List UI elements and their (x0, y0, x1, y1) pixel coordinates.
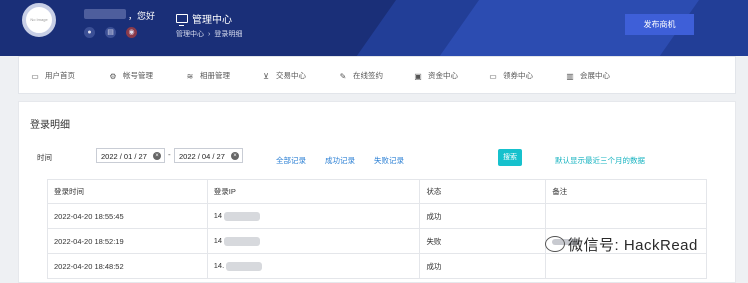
time-label: 时间 (37, 153, 52, 162)
login-status: 失败 (419, 228, 547, 254)
table-header-row: 登录时间 登录IP 状态 备注 (47, 179, 707, 204)
login-time: 2022-04-20 18:55:45 (47, 203, 208, 229)
nav-item-user-home[interactable]: ▭ 用户首页 (31, 70, 75, 81)
nav-item-trade[interactable]: ⊻ 交易中心 (262, 70, 306, 81)
nav-item-coupons[interactable]: ▭ 领券中心 (489, 70, 533, 81)
column-header: 备注 (545, 179, 707, 204)
layers-icon: ≋ (186, 72, 194, 81)
nav-item-exhibition[interactable]: ▥ 会展中心 (566, 70, 610, 81)
table-row: 2022-04-20 18:48:52 14. 成功 (47, 253, 707, 279)
filter-failure-link[interactable]: 失败记录 (374, 155, 404, 166)
column-header: 登录时间 (47, 179, 208, 204)
breadcrumb: 管理中心 › 登录明细 (176, 29, 242, 39)
publish-button[interactable]: 发布商机 (625, 14, 694, 35)
filter-hint: 默认显示最近三个月的数据 (555, 156, 645, 165)
login-details-panel: 登录明细 时间 2022 / 01 / 27 × - 2022 / 04 / 2… (18, 101, 736, 283)
watermark: 微信号: HackRead (545, 234, 698, 255)
clear-icon[interactable]: × (231, 152, 239, 160)
login-log-table: 登录时间 登录IP 状态 备注 2022-04-20 18:55:45 14 成… (47, 179, 707, 279)
start-date-input[interactable]: 2022 / 01 / 27 × (96, 148, 165, 163)
table-row: 2022-04-20 18:55:45 14 成功 (47, 203, 707, 229)
clear-icon[interactable]: × (153, 152, 161, 160)
monitor-icon: ▭ (31, 72, 39, 81)
monitor-icon (176, 14, 188, 27)
search-button[interactable]: 搜索 (498, 149, 522, 166)
breadcrumb-item[interactable]: 管理中心 (176, 31, 204, 38)
page-title: 管理中心 (176, 10, 232, 28)
column-header: 登录IP (206, 179, 421, 204)
message-icon[interactable]: ◉ (126, 27, 137, 38)
greeting: ，您好 (128, 11, 156, 21)
login-time: 2022-04-20 18:52:19 (47, 228, 208, 254)
filter-success-link[interactable]: 成功记录 (325, 155, 355, 166)
cart-icon: ⊻ (263, 72, 269, 81)
avatar-text: No Image (30, 17, 48, 22)
pen-icon: ✎ (339, 72, 347, 81)
login-note (545, 253, 707, 279)
user-icon[interactable]: ● (84, 27, 95, 38)
top-header: No Image ，您好 ● ▤ ◉ 管理中心 管理中心 › 登录明细 发布商机 (0, 0, 748, 56)
nav-item-sign[interactable]: ✎ 在线签约 (339, 70, 383, 81)
main-nav: ▭ 用户首页 ⚙ 帐号管理 ≋ 相册管理 ⊻ 交易中心 ✎ 在线签约 ▣ 资金中心 ▭ 领券中… (18, 56, 736, 94)
avatar[interactable]: No Image (22, 3, 56, 37)
book-icon: ▥ (566, 72, 574, 81)
login-ip: 14 (206, 203, 421, 229)
login-note (545, 203, 707, 229)
breadcrumb-item: 登录明细 (214, 31, 243, 38)
wechat-icon (545, 236, 565, 252)
end-date-input[interactable]: 2022 / 04 / 27 × (174, 148, 243, 163)
section-title: 登录明细 (30, 120, 70, 131)
login-ip: 14. (206, 253, 421, 279)
cart-icon[interactable]: ▤ (105, 27, 116, 38)
login-status: 成功 (419, 253, 547, 279)
nav-item-funds[interactable]: ▣ 资金中心 (414, 70, 458, 81)
date-separator: - (168, 150, 171, 159)
gear-icon: ⚙ (109, 72, 117, 81)
monitor-icon: ▭ (489, 72, 497, 81)
username-blurred (84, 9, 126, 19)
filter-all-link[interactable]: 全部记录 (276, 155, 306, 166)
column-header: 状态 (419, 179, 547, 204)
chevron-right-icon: › (208, 31, 211, 38)
nav-item-account[interactable]: ⚙ 帐号管理 (109, 70, 153, 81)
login-ip: 14 (206, 228, 421, 254)
login-status: 成功 (419, 203, 547, 229)
wallet-icon: ▣ (414, 72, 422, 81)
nav-item-album[interactable]: ≋ 相册管理 (186, 70, 230, 81)
login-time: 2022-04-20 18:48:52 (47, 253, 208, 279)
